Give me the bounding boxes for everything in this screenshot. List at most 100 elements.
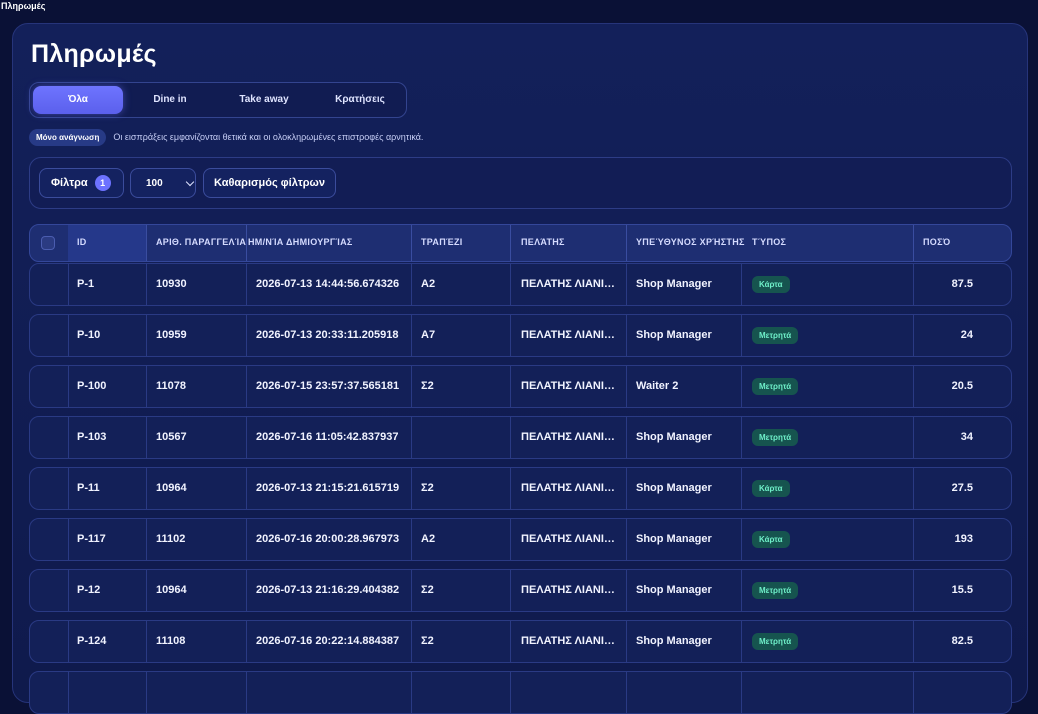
payment-type-badge: Μετρητά — [752, 327, 799, 344]
column-header-table[interactable]: ΤΡΑΠΈΖΙ — [421, 225, 501, 261]
payment-type-badge: Κάρτα — [752, 480, 790, 497]
cell-id: P-103 — [77, 431, 107, 443]
table-header: ID ΑΡΙΘ. ΠΑΡΑΓΓΕΛΊΑΣ ΗΜ/ΝΊΑ ΔΗΜΙΟΥΡΓΊΑΣ … — [29, 224, 1012, 262]
cell-order-no: 10959 — [156, 329, 187, 341]
cell-user: Shop Manager — [636, 482, 712, 494]
table-row[interactable]: P-103 10567 2026-07-16 11:05:42.837937 Π… — [29, 416, 1012, 459]
column-header-id[interactable]: ID — [77, 225, 137, 261]
table-row[interactable]: P-117 11102 2026-07-16 20:00:28.967973 A… — [29, 518, 1012, 561]
cell-id: P-10 — [77, 329, 101, 341]
cell-amount: 20.5 — [951, 380, 973, 392]
cell-user: Shop Manager — [636, 329, 712, 341]
readonly-note: Οι εισπράξεις εμφανίζονται θετικά και οι… — [113, 132, 424, 142]
column-header-order-no[interactable]: ΑΡΙΘ. ΠΑΡΑΓΓΕΛΊΑΣ — [156, 225, 246, 261]
cell-order-no: 10930 — [156, 278, 187, 290]
clear-filters-button[interactable]: Καθαρισμός φίλτρων — [203, 168, 336, 198]
table-row[interactable]: P-1 10930 2026-07-13 14:44:56.674326 A2 … — [29, 263, 1012, 306]
cell-order-no: 11078 — [156, 380, 186, 392]
payment-type-badge: Μετρητά — [752, 378, 799, 395]
cell-order-no: 10964 — [156, 584, 187, 596]
window-title: Πληρωμές — [1, 1, 46, 11]
filters-count-badge: 1 — [94, 175, 111, 191]
tab-reservations[interactable]: Κρατήσεις — [318, 86, 402, 114]
cell-created: 2026-07-16 20:00:28.967973 — [256, 533, 400, 545]
cell-order-no: 10964 — [156, 482, 187, 494]
page-size-select[interactable]: 100 — [130, 168, 196, 198]
payment-type-badge: Μετρητά — [752, 582, 799, 599]
cell-user: Shop Manager — [636, 533, 712, 545]
cell-created — [256, 672, 406, 713]
cell-user: Waiter 2 — [636, 380, 679, 392]
payment-type-badge: Μετρητά — [752, 429, 799, 446]
filter-bar: Φίλτρα 1 100 Καθαρισμός φίλτρων — [29, 157, 1012, 209]
cell-amount: 82.5 — [951, 635, 973, 647]
cell-customer: ΠΕΛΑΤΗΣ ΛΙΑΝΙΚΗΣ — [521, 635, 617, 647]
cell-table: A2 — [421, 533, 436, 545]
cell-customer: ΠΕΛΑΤΗΣ ΛΙΑΝΙΚΗΣ — [521, 329, 617, 341]
table-row[interactable]: P-100 11078 2026-07-15 23:57:37.565181 Σ… — [29, 365, 1012, 408]
cell-table: Σ2 — [421, 380, 434, 392]
payment-type-badge: Κάρτα — [752, 276, 790, 293]
cell-order-no: 11108 — [156, 635, 186, 647]
cell-table: Σ2 — [421, 584, 434, 596]
cell-user — [636, 672, 736, 713]
tab-all[interactable]: Όλα — [33, 86, 123, 114]
cell-amount: 34 — [960, 431, 973, 443]
cell-customer: ΠΕΛΑΤΗΣ ΛΙΑΝΙΚΗΣ — [521, 482, 617, 494]
table-row[interactable]: P-11 10964 2026-07-13 21:15:21.615719 Σ2… — [29, 467, 1012, 510]
tab-take-away[interactable]: Take away — [217, 86, 311, 114]
cell-created: 2026-07-13 20:33:11.205918 — [256, 329, 399, 341]
column-header-user[interactable]: ΥΠΕΎΘΥΝΟΣ ΧΡΉΣΤΗΣ — [636, 225, 754, 261]
cell-table — [421, 672, 501, 713]
select-all-checkbox[interactable] — [41, 236, 55, 250]
tab-bar: Όλα Dine in Take away Κρατήσεις — [29, 82, 407, 118]
cell-amount — [923, 672, 973, 713]
readonly-notice: Μόνο ανάγνωση Οι εισπράξεις εμφανίζονται… — [29, 128, 423, 146]
column-header-created[interactable]: ΗΜ/ΝΊΑ ΔΗΜΙΟΥΡΓΊΑΣ — [248, 225, 408, 261]
table-row[interactable]: P-124 11108 2026-07-16 20:22:14.884387 Σ… — [29, 620, 1012, 663]
cell-created: 2026-07-13 14:44:56.674326 — [256, 278, 400, 290]
payments-table: ID ΑΡΙΘ. ΠΑΡΑΓΓΕΛΊΑΣ ΗΜ/ΝΊΑ ΔΗΜΙΟΥΡΓΊΑΣ … — [29, 224, 1012, 714]
chevron-down-icon — [185, 177, 194, 186]
cell-table: Σ2 — [421, 635, 434, 647]
cell-id: P-12 — [77, 584, 101, 596]
cell-id: P-117 — [77, 533, 106, 545]
cell-table: A2 — [421, 278, 436, 290]
filters-button[interactable]: Φίλτρα 1 — [39, 168, 124, 198]
table-row[interactable]: P-12 10964 2026-07-13 21:16:29.404382 Σ2… — [29, 569, 1012, 612]
tab-dine-in[interactable]: Dine in — [130, 86, 210, 114]
cell-customer: ΠΕΛΑΤΗΣ ΛΙΑΝΙΚΗΣ — [521, 380, 617, 392]
cell-created: 2026-07-13 21:16:29.404382 — [256, 584, 400, 596]
payments-panel: Πληρωμές Όλα Dine in Take away Κρατήσεις… — [12, 23, 1028, 714]
cell-amount: 15.5 — [951, 584, 973, 596]
column-header-type[interactable]: ΤΎΠΟΣ — [752, 225, 852, 261]
cell-id: P-1 — [77, 278, 95, 290]
cell-table: Σ2 — [421, 482, 434, 494]
cell-customer: ΠΕΛΑΤΗΣ ΛΙΑΝΙΚΗΣ — [521, 533, 617, 545]
readonly-badge: Μόνο ανάγνωση — [29, 128, 107, 146]
cell-id: P-124 — [77, 635, 107, 647]
filters-label: Φίλτρα — [51, 177, 88, 189]
table-row[interactable]: P-10 10959 2026-07-13 20:33:11.205918 A7… — [29, 314, 1012, 357]
cell-user: Shop Manager — [636, 584, 712, 596]
column-header-customer[interactable]: ΠΕΛΆΤΗΣ — [521, 225, 621, 261]
table-row[interactable] — [29, 671, 1012, 714]
payment-type-badge: Κάρτα — [752, 531, 790, 548]
cell-order-no — [156, 672, 242, 713]
cell-customer: ΠΕΛΑΤΗΣ ΛΙΑΝΙΚΗΣ — [521, 278, 617, 290]
cell-customer: ΠΕΛΑΤΗΣ ΛΙΑΝΙΚΗΣ — [521, 431, 617, 443]
cell-customer — [521, 672, 617, 713]
cell-created: 2026-07-16 11:05:42.837937 — [256, 431, 399, 443]
cell-created: 2026-07-15 23:57:37.565181 — [256, 380, 400, 392]
column-header-amount[interactable]: ΠΟΣΌ — [923, 225, 1003, 261]
cell-user: Shop Manager — [636, 635, 712, 647]
cell-created: 2026-07-16 20:22:14.884387 — [256, 635, 400, 647]
cell-table — [421, 417, 501, 458]
cell-amount: 24 — [960, 329, 973, 341]
cell-order-no: 11102 — [156, 533, 186, 545]
cell-user: Shop Manager — [636, 431, 712, 443]
cell-table: A7 — [421, 329, 436, 341]
cell-id — [77, 672, 139, 713]
cell-id: P-100 — [77, 380, 107, 392]
table-body: P-1 10930 2026-07-13 14:44:56.674326 A2 … — [29, 263, 1012, 714]
